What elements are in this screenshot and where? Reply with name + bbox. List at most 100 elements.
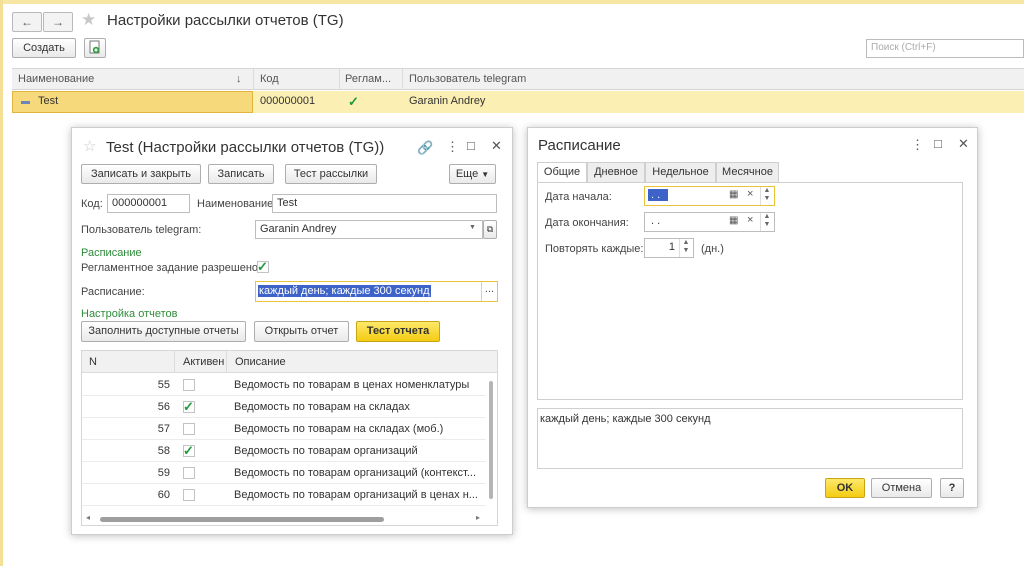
copy-icon	[89, 40, 100, 54]
column-header-name[interactable]: Наименование	[18, 73, 94, 85]
horizontal-scrollbar[interactable]: ◂ ▸	[82, 513, 487, 525]
open-user-button[interactable]: ⧉	[483, 220, 497, 239]
cancel-button[interactable]: Отмена	[871, 478, 932, 498]
column-header-n[interactable]: N	[89, 356, 97, 368]
close-icon[interactable]: ✕	[958, 136, 969, 152]
more-button[interactable]: Еще ▼	[449, 164, 496, 184]
page-title: Настройки рассылки отчетов (TG)	[107, 12, 344, 29]
more-menu-icon[interactable]: ⋮	[911, 137, 924, 153]
row-user: Garanin Andrey	[409, 95, 486, 107]
vertical-scroll-thumb[interactable]	[489, 381, 493, 499]
clear-icon[interactable]: ×	[747, 188, 753, 200]
telegram-user-field[interactable]: Garanin Andrey	[255, 220, 483, 239]
table-row[interactable]: 60 Ведомость по товарам организаций в це…	[82, 484, 486, 506]
reports-table: N Активен Описание 55 Ведомость по товар…	[81, 350, 498, 526]
code-field[interactable]: 000000001	[107, 194, 190, 213]
table-row[interactable]: 59 Ведомость по товарам организаций (кон…	[82, 462, 486, 484]
row-description: Ведомость по товарам организаций в ценах…	[234, 489, 478, 501]
forward-button[interactable]: →	[43, 12, 73, 32]
more-button-label: Еще	[455, 168, 479, 180]
copy-button[interactable]	[84, 38, 106, 58]
column-header-description[interactable]: Описание	[235, 356, 286, 368]
start-date-field[interactable]: . . ▦ × ▲ ▼	[644, 186, 775, 206]
arrow-left-icon: ←	[21, 15, 33, 29]
active-checkbox[interactable]	[183, 467, 195, 479]
telegram-user-label: Пользователь telegram:	[81, 224, 202, 236]
active-checkbox[interactable]	[183, 379, 195, 391]
repeat-days-field[interactable]: 1 ▲ ▼	[644, 238, 694, 258]
favorite-star-icon[interactable]: ☆	[83, 137, 96, 155]
maximize-icon[interactable]: □	[934, 136, 942, 151]
column-header-scheduled[interactable]: Реглам...	[345, 73, 391, 85]
column-header-active[interactable]: Активен	[183, 356, 224, 368]
schedule-field[interactable]: каждый день; каждые 300 секунд ...	[255, 281, 498, 302]
row-name: Test	[38, 95, 59, 107]
form-title: Test (Настройки рассылки отчетов (TG))	[106, 139, 385, 156]
tab-daily[interactable]: Дневное	[587, 162, 645, 182]
repeat-every-label: Повторять каждые:	[545, 243, 644, 255]
end-date-field[interactable]: . . ▦ × ▲ ▼	[644, 212, 775, 232]
calendar-icon[interactable]: ▦	[729, 215, 738, 226]
report-section-title: Настройка отчетов	[81, 308, 178, 320]
date-spinner[interactable]: ▲ ▼	[760, 187, 773, 205]
open-icon: ⧉	[486, 224, 494, 234]
close-icon[interactable]: ✕	[491, 138, 502, 154]
calendar-icon[interactable]: ▦	[729, 189, 738, 200]
schedule-section-title: Расписание	[81, 247, 142, 259]
schedule-select-button[interactable]: ...	[481, 282, 497, 301]
repeat-days-value: 1	[668, 241, 675, 253]
name-label: Наименование:	[197, 198, 277, 210]
top-accent-line	[0, 0, 1024, 4]
ok-button[interactable]: OK	[825, 478, 865, 498]
clear-icon[interactable]: ×	[747, 214, 753, 226]
row-description: Ведомость по товарам в ценах номенклатур…	[234, 379, 470, 391]
checkmark-icon: ✓	[257, 259, 268, 274]
column-header-user[interactable]: Пользователь telegram	[409, 73, 526, 85]
save-button[interactable]: Записать	[208, 164, 274, 184]
left-accent-line	[0, 0, 3, 566]
tab-monthly[interactable]: Месячное	[716, 162, 779, 182]
horizontal-scroll-thumb[interactable]	[100, 517, 384, 522]
scroll-right-icon[interactable]: ▸	[476, 513, 480, 522]
column-header-code[interactable]: Код	[260, 73, 279, 85]
fill-reports-button[interactable]: Заполнить доступные отчеты	[81, 321, 246, 342]
reports-table-header: N Активен Описание	[82, 351, 497, 373]
vertical-scrollbar[interactable]	[487, 373, 497, 513]
code-label: Код:	[81, 198, 103, 210]
maximize-icon[interactable]: □	[467, 138, 475, 153]
back-button[interactable]: ←	[12, 12, 42, 32]
test-mailing-button[interactable]: Тест рассылки	[285, 164, 377, 184]
active-checkbox[interactable]	[183, 489, 195, 501]
table-row[interactable]: 57 Ведомость по товарам на складах (моб.…	[82, 418, 486, 440]
tab-general[interactable]: Общие	[537, 162, 587, 183]
schedule-title: Расписание	[538, 137, 621, 154]
help-button[interactable]: ?	[940, 478, 964, 498]
table-row[interactable]: 58 ✓ Ведомость по товарам организаций	[82, 440, 486, 462]
end-date-label: Дата окончания:	[545, 217, 629, 229]
active-checkbox[interactable]	[183, 423, 195, 435]
checkmark-icon: ✓	[183, 399, 194, 414]
create-button[interactable]: Создать	[12, 38, 76, 58]
table-row[interactable]: 56 ✓ Ведомость по товарам на складах	[82, 396, 486, 418]
search-input[interactable]: Поиск (Ctrl+F)	[866, 39, 1024, 58]
tab-weekly[interactable]: Недельное	[645, 162, 716, 182]
repeat-unit-label: (дн.)	[701, 243, 724, 255]
more-menu-icon[interactable]: ⋮	[446, 139, 459, 155]
table-row[interactable]: Test 000000001 ✓ Garanin Andrey	[12, 91, 1024, 113]
name-field[interactable]: Test	[272, 194, 497, 213]
row-code: 000000001	[260, 95, 316, 107]
row-description: Ведомость по товарам на складах (моб.)	[234, 423, 444, 435]
arrow-right-icon: →	[52, 15, 64, 29]
sort-icon[interactable]: ↓	[236, 73, 242, 85]
scroll-left-icon[interactable]: ◂	[86, 513, 90, 522]
row-description: Ведомость по товарам организаций	[234, 445, 418, 457]
repeat-spinner[interactable]: ▲ ▼	[679, 239, 692, 257]
table-row[interactable]: 55 Ведомость по товарам в ценах номенкла…	[82, 374, 486, 396]
test-report-button[interactable]: Тест отчета	[356, 321, 440, 342]
date-spinner[interactable]: ▲ ▼	[760, 213, 773, 231]
save-and-close-button[interactable]: Записать и закрыть	[81, 164, 201, 184]
open-report-button[interactable]: Открыть отчет	[254, 321, 349, 342]
link-icon[interactable]: 🔗	[417, 140, 433, 156]
favorite-star-icon[interactable]: ★	[81, 10, 96, 30]
dropdown-icon[interactable]: ▼	[469, 224, 476, 231]
